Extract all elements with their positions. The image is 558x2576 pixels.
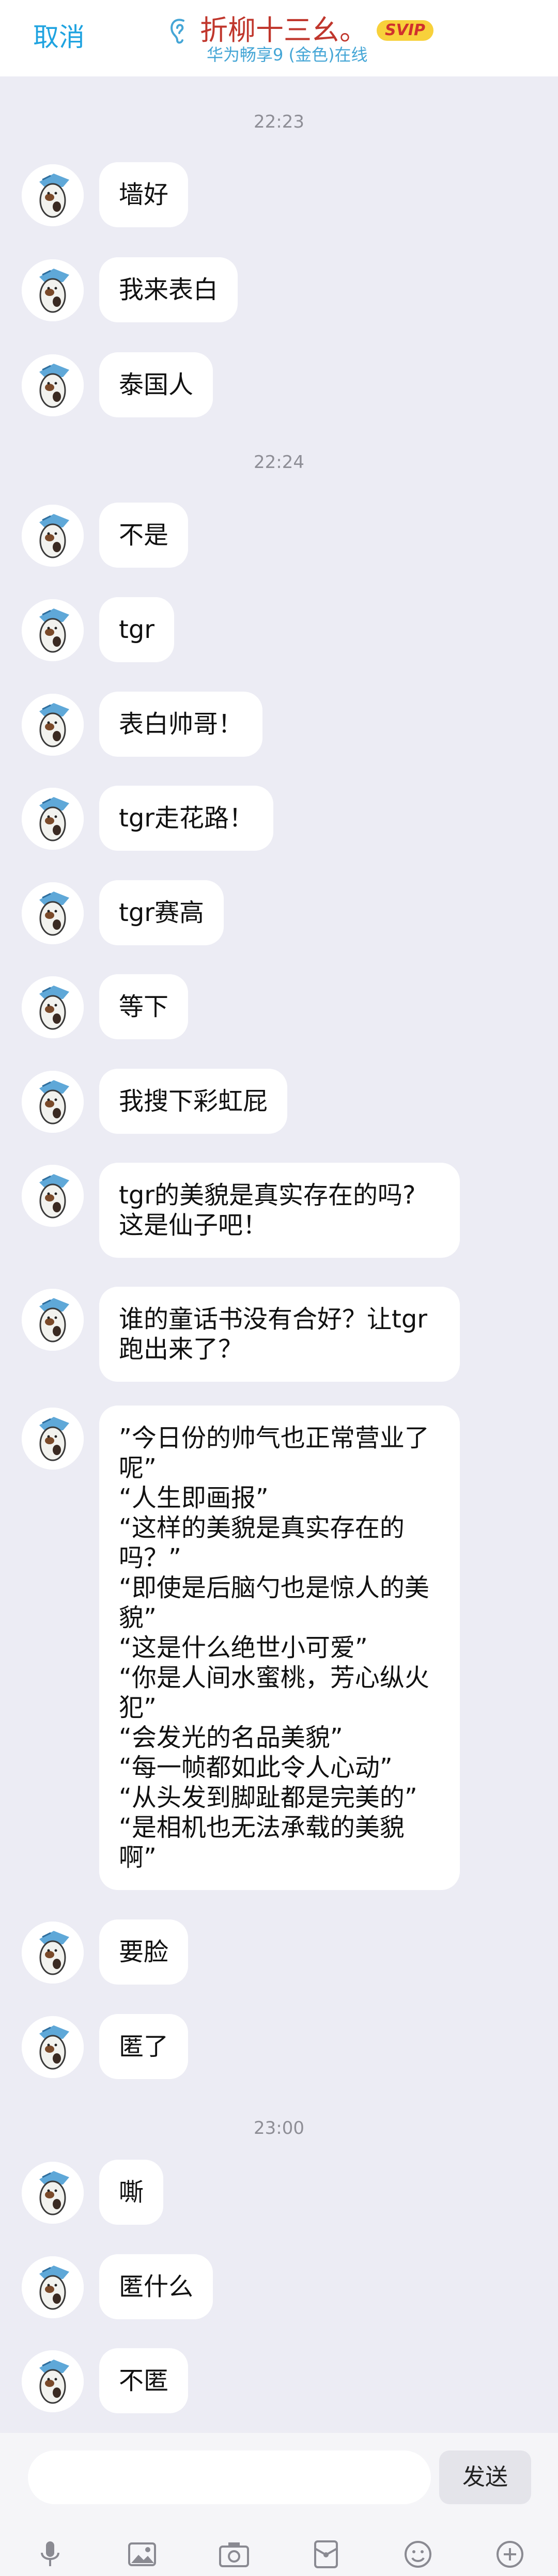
message-text: 泰国人 xyxy=(119,370,194,399)
avatar[interactable] xyxy=(22,976,84,1038)
message-text-line: “从头发到脚趾都是完美的” xyxy=(119,1783,417,1812)
message-text-line: 犯” xyxy=(119,1693,157,1722)
message-bubble[interactable]: 匿什么 xyxy=(99,2254,213,2319)
message-text-line: “人生即画报” xyxy=(119,1484,269,1512)
message-text: 不匿 xyxy=(119,2366,169,2395)
message-bubble[interactable]: 匿了 xyxy=(99,2014,189,2079)
avatar[interactable] xyxy=(22,1289,84,1351)
message-text-line: “是相机也无法承载的美貌 xyxy=(119,1813,405,1842)
input-toolbar xyxy=(0,2536,558,2572)
message-bubble[interactable]: tgr的美貌是真实存在的吗? 这是仙子吧！ xyxy=(99,1163,460,1258)
message-text: 匿什么 xyxy=(119,2272,194,2301)
message-bubble[interactable]: 我搜下彩虹屁 xyxy=(99,1069,288,1134)
avatar[interactable] xyxy=(22,2162,84,2224)
avatar[interactable] xyxy=(22,2016,84,2078)
message-text: tgr赛高 xyxy=(119,898,205,927)
plus-icon[interactable] xyxy=(492,2536,528,2572)
message-bubble[interactable]: tgr走花路！ xyxy=(99,786,274,851)
message-text-line: “每一帧都如此令人心动” xyxy=(119,1753,393,1782)
chat-header: 取消 折柳十三幺。 SVIP 华为畅享9 (金色)在线 xyxy=(0,0,558,76)
input-bar: 发送 xyxy=(0,2433,558,2576)
chat-title-row[interactable]: 折柳十三幺。 SVIP xyxy=(168,12,433,49)
message-text: 不是 xyxy=(119,521,169,550)
device-status: 华为畅享9 (金色)在线 xyxy=(207,45,368,65)
message-bubble[interactable]: 表白帅哥！ xyxy=(99,692,263,757)
message-bubble[interactable]: 墙好 xyxy=(99,162,189,227)
avatar[interactable] xyxy=(22,259,84,321)
ear-icon xyxy=(171,19,184,44)
message-text-line: 吗？” xyxy=(119,1543,181,1572)
message-text: 要脸 xyxy=(119,1938,169,1966)
avatar[interactable] xyxy=(22,882,84,944)
message-text-line: “即使是后脑勺也是惊人的美 xyxy=(119,1573,429,1602)
message-bubble[interactable]: tgr xyxy=(99,597,175,662)
message-text-line: “这样的美貌是真实存在的 xyxy=(119,1513,405,1542)
message-bubble[interactable]: 不是 xyxy=(99,503,189,568)
message-text-line: “你是人间水蜜桃，芳心纵火 xyxy=(119,1663,429,1692)
avatar[interactable] xyxy=(22,164,84,226)
message-bubble[interactable]: ”今日份的帅气也正常营业了 呢” “人生即画报” “这样的美貌是真实存在的 吗？” “即使… xyxy=(99,1406,460,1890)
message-input[interactable] xyxy=(28,2450,431,2504)
message-text-line: 呢” xyxy=(119,1454,157,1482)
message-bubble[interactable]: 不匿 xyxy=(99,2348,189,2413)
message-text-line: “会发光的名品美貌” xyxy=(119,1723,343,1752)
message-bubble[interactable]: 嘶 xyxy=(99,2160,164,2225)
avatar[interactable] xyxy=(22,1408,84,1470)
avatar[interactable] xyxy=(22,1922,84,1984)
message-text-line: 谁的童话书没有合好？让tgr xyxy=(119,1305,428,1334)
message-bubble[interactable]: 谁的童话书没有合好？让tgr 跑出来了？ xyxy=(99,1287,460,1382)
camera-icon[interactable] xyxy=(216,2536,252,2572)
red-packet-icon[interactable] xyxy=(308,2536,344,2572)
chat-title: 折柳十三幺。 xyxy=(200,14,367,46)
avatar[interactable] xyxy=(22,354,84,416)
avatar[interactable] xyxy=(22,1165,84,1227)
send-button[interactable]: 发送 xyxy=(439,2450,531,2504)
message-text: tgr xyxy=(119,615,155,644)
message-text-line: “这是什么绝世小可爱” xyxy=(119,1633,368,1662)
cancel-button[interactable]: 取消 xyxy=(33,22,85,53)
message-bubble[interactable]: tgr赛高 xyxy=(99,880,224,945)
timestamp: 22:24 xyxy=(254,452,304,473)
avatar[interactable] xyxy=(22,599,84,661)
avatar[interactable] xyxy=(22,2350,84,2412)
message-text: 我搜下彩虹屁 xyxy=(119,1087,268,1116)
message-bubble[interactable]: 等下 xyxy=(99,974,189,1039)
message-bubble[interactable]: 要脸 xyxy=(99,1919,189,1985)
message-bubble[interactable]: 泰国人 xyxy=(99,352,213,417)
message-text: 等下 xyxy=(119,992,169,1021)
message-text: 表白帅哥！ xyxy=(119,710,243,739)
avatar[interactable] xyxy=(22,788,84,850)
message-text-line: tgr的美貌是真实存在的吗? xyxy=(119,1181,416,1210)
message-text: 嘶 xyxy=(119,2178,144,2207)
emoji-icon[interactable] xyxy=(400,2536,436,2572)
message-text-line: 这是仙子吧！ xyxy=(119,1211,268,1240)
microphone-icon[interactable] xyxy=(32,2536,68,2572)
timestamp: 22:23 xyxy=(254,112,304,132)
timestamp: 23:00 xyxy=(254,2118,304,2138)
message-text-line: 貌” xyxy=(119,1603,157,1632)
avatar[interactable] xyxy=(22,505,84,567)
message-text: 匿了 xyxy=(119,2032,169,2061)
message-text: 墙好 xyxy=(119,180,169,209)
message-text-line: 跑出来了？ xyxy=(119,1335,243,1364)
message-bubble[interactable]: 我来表白 xyxy=(99,257,238,322)
avatar[interactable] xyxy=(22,1071,84,1133)
message-text: tgr走花路！ xyxy=(119,804,254,833)
avatar[interactable] xyxy=(22,694,84,756)
image-icon[interactable] xyxy=(124,2536,160,2572)
message-text-line: ”今日份的帅气也正常营业了 xyxy=(119,1424,429,1453)
message-text: 我来表白 xyxy=(119,275,219,304)
message-text-line: 啊” xyxy=(119,1843,157,1872)
svip-badge: SVIP xyxy=(377,20,433,41)
avatar[interactable] xyxy=(22,2256,84,2318)
